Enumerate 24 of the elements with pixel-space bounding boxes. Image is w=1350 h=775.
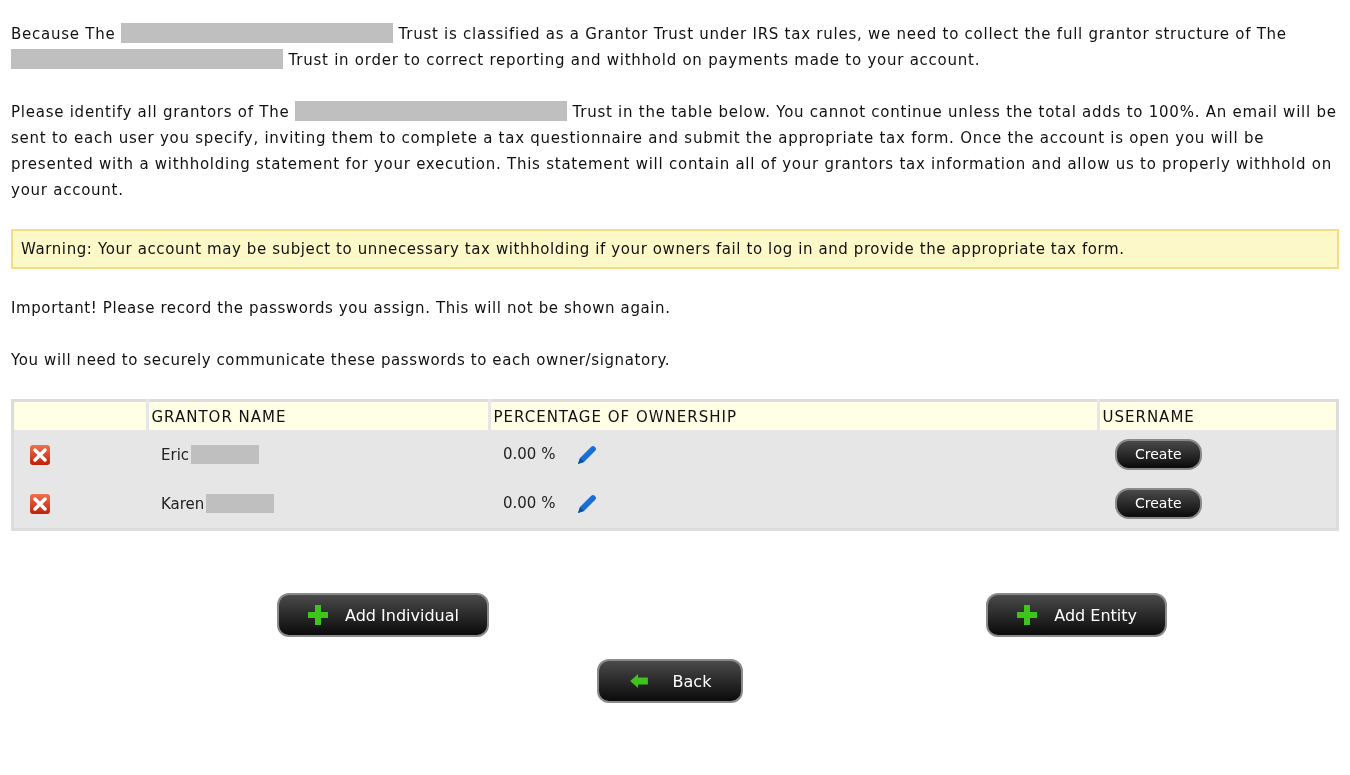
column-header: PERCENTAGE OF OWNERSHIP	[489, 400, 1098, 430]
paragraph-text: Because The Trust is classified as a Grantor Trust under IRS tax rules, we need to collect the full grantor structure of The Trust in order to correct reporting and withhold on payments made to your account.	[11, 22, 1288, 71]
delete-icon[interactable]	[29, 443, 51, 466]
create-button[interactable]: Create	[1115, 488, 1202, 519]
redaction-block	[206, 494, 275, 513]
plus-icon	[307, 604, 329, 626]
create-button[interactable]: Create	[1115, 439, 1202, 470]
column-header: USERNAME	[1098, 400, 1338, 430]
paragraph-text: Please identify all grantors of The Trust in the table below. You cannot continue unless the total adds to 100%. An email will be sent to each user you specify, inviting them to complete a tax questionnaire and submit the appropriate tax form. Once the account is open you will be presented with a withholding statement for your execution. This statement will contain all of your grantors tax information and allow us to properly withhold on your account.	[11, 100, 1338, 201]
grantor-name: Karen	[161, 495, 205, 513]
grantor-name: Eric	[161, 446, 190, 464]
plus-icon	[1016, 604, 1039, 626]
delete-icon[interactable]	[29, 492, 51, 515]
back-button[interactable]: Back	[596, 659, 744, 703]
left-arrow-icon	[628, 673, 649, 689]
note-text: Important! Please record the passwords you assign. This will not be shown again.	[11, 298, 672, 319]
warning-message: Warning: Your account may be subject to unnecessary tax withholding if your owners fail to log in and provide the appropriate tax form.	[11, 229, 1339, 269]
column-header: GRANTOR NAME	[147, 400, 489, 430]
percentage-value: 0.00 %	[503, 494, 556, 512]
redaction-block	[191, 445, 260, 464]
add-button[interactable]: Add Entity	[986, 593, 1167, 637]
add-button[interactable]: Add Individual	[277, 593, 489, 637]
note-text: You will need to securely communicate these passwords to each owner/signatory.	[11, 350, 672, 371]
percentage-value: 0.00 %	[503, 445, 556, 463]
